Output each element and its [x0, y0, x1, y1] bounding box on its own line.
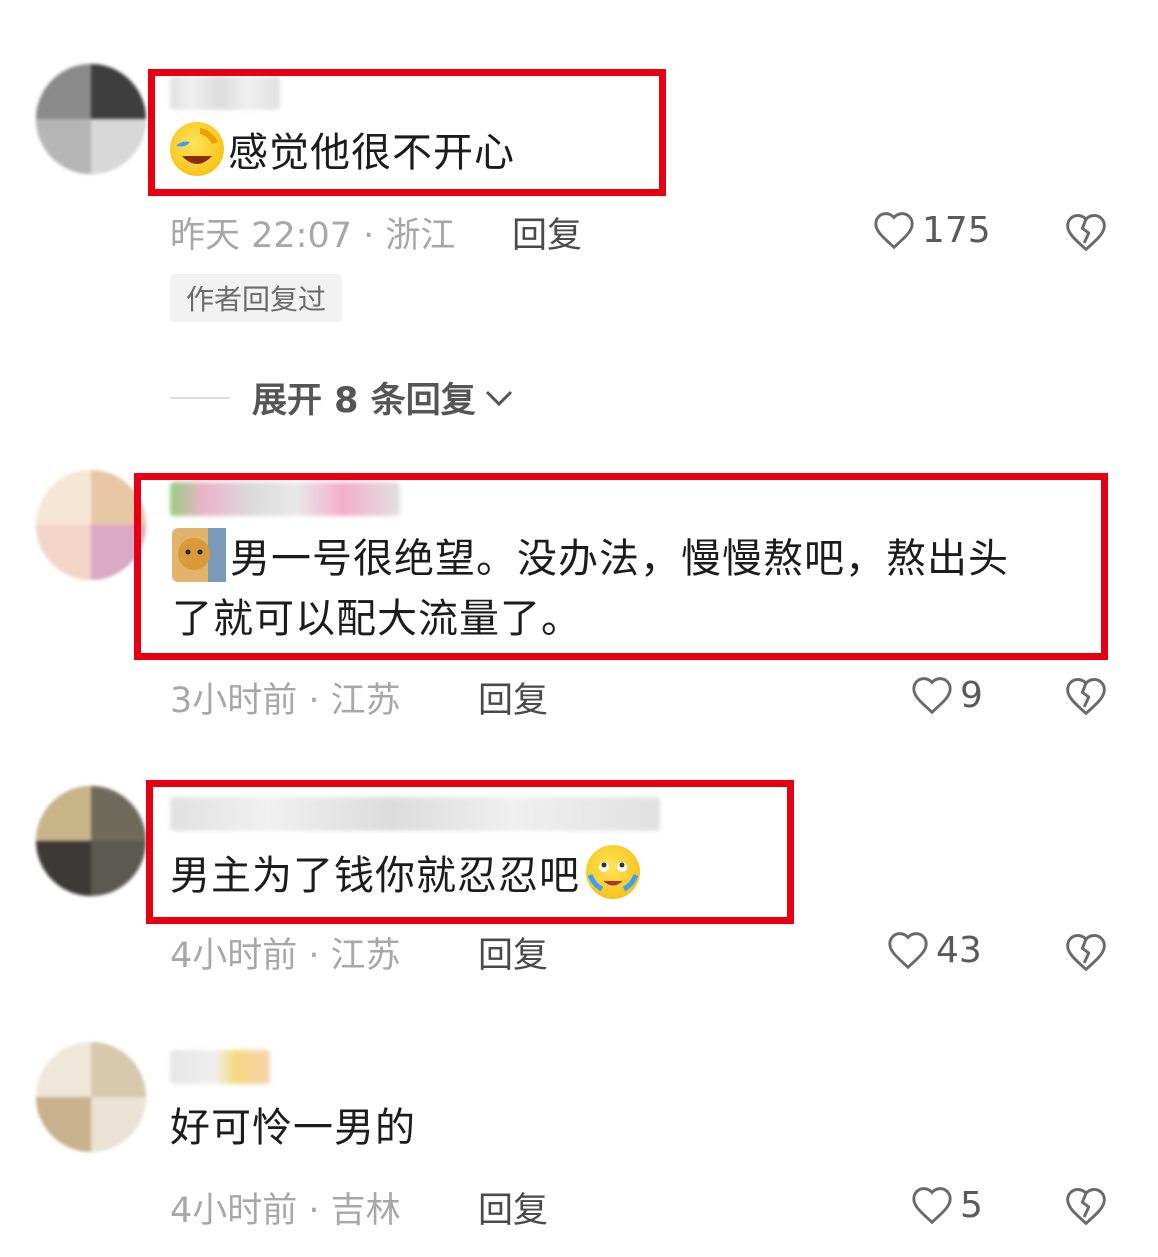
face-palm-laughing-icon — [170, 122, 224, 176]
sad-cat-icon — [172, 528, 226, 582]
like-count: 5 — [960, 1184, 983, 1226]
avatar[interactable] — [36, 1042, 146, 1152]
comment-text: 好可怜一男的 — [170, 1105, 416, 1151]
reply-button[interactable]: 回复 — [512, 207, 582, 258]
heart-icon — [912, 677, 952, 715]
like-button[interactable]: 175 — [872, 206, 991, 254]
comment-text: 男一号很绝望。没办法，慢慢熬吧，熬出头 了就可以配大流量了。 — [172, 528, 1009, 649]
username-blurred[interactable] — [170, 482, 400, 516]
avatar[interactable] — [36, 470, 146, 580]
author-replied-badge: 作者回复过 — [170, 274, 343, 322]
expand-replies-button[interactable]: 展开 8 条回复 — [170, 372, 514, 423]
reply-button[interactable]: 回复 — [478, 672, 548, 723]
comment-meta: 4小时前 · 吉林 — [170, 1191, 401, 1231]
username-blurred[interactable] — [170, 76, 280, 110]
username-blurred[interactable] — [170, 797, 660, 831]
avatar[interactable] — [36, 786, 146, 896]
like-button[interactable]: 9 — [910, 671, 983, 719]
like-button[interactable]: 43 — [886, 926, 982, 974]
broken-heart-icon[interactable] — [1064, 930, 1108, 974]
heart-icon — [874, 212, 914, 250]
crying-face-icon — [586, 845, 640, 899]
username-blurred[interactable] — [170, 1050, 270, 1084]
avatar[interactable] — [36, 64, 146, 174]
comment-meta: 4小时前 · 江苏 — [170, 936, 401, 976]
divider — [170, 396, 230, 399]
like-count: 9 — [960, 674, 983, 716]
broken-heart-icon[interactable] — [1064, 210, 1108, 254]
broken-heart-icon[interactable] — [1064, 1184, 1108, 1228]
heart-icon — [912, 1187, 952, 1225]
like-count: 175 — [922, 209, 991, 251]
comment-meta: 昨天 22:07 · 浙江 — [170, 216, 456, 256]
comment-text: 感觉他很不开心 — [170, 122, 515, 183]
reply-button[interactable]: 回复 — [478, 927, 548, 978]
heart-icon — [888, 932, 928, 970]
like-count: 43 — [936, 929, 982, 971]
broken-heart-icon[interactable] — [1064, 674, 1108, 718]
chevron-down-icon — [485, 390, 512, 406]
reply-button[interactable]: 回复 — [478, 1182, 548, 1233]
like-button[interactable]: 5 — [910, 1181, 983, 1229]
comment-text: 男主为了钱你就忍忍吧 — [170, 845, 640, 906]
expand-replies-label: 展开 8 条回复 — [252, 381, 476, 421]
comment-meta: 3小时前 · 江苏 — [170, 681, 401, 721]
